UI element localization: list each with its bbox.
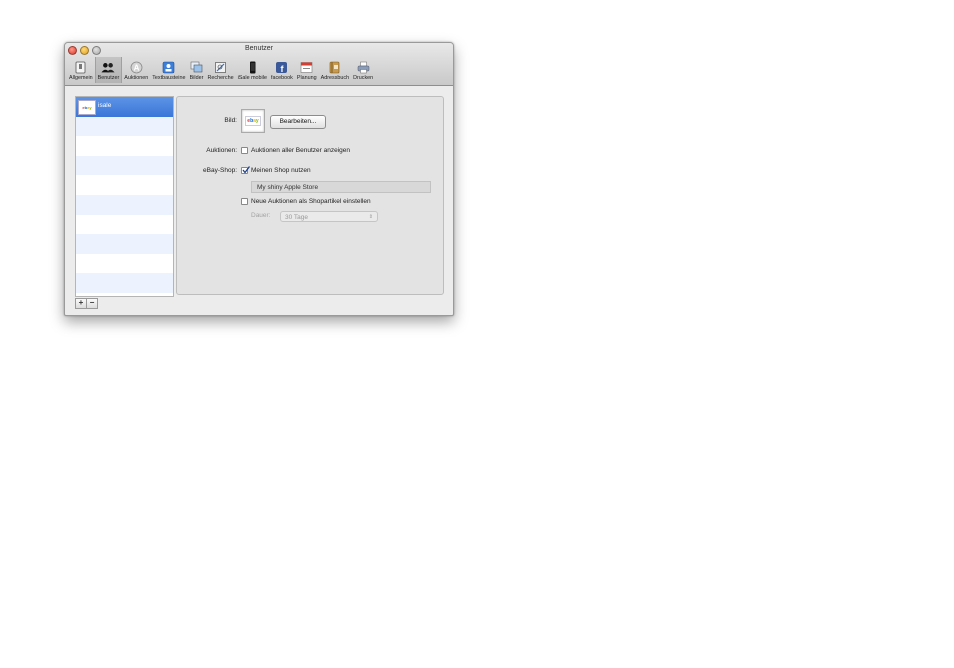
empty-row: [76, 254, 173, 274]
empty-row: [76, 273, 173, 293]
tab-facebook[interactable]: f facebook: [269, 57, 295, 83]
user-list[interactable]: ebay isale: [75, 96, 174, 297]
user-name: isale: [98, 102, 112, 109]
tab-planung[interactable]: Planung: [295, 57, 319, 83]
tab-allgemein[interactable]: Allgemein: [67, 57, 95, 83]
empty-row: [76, 136, 173, 156]
tab-bilder[interactable]: Bilder: [188, 57, 206, 83]
tab-planung-label: Planung: [296, 75, 317, 81]
calendar-icon: [300, 60, 314, 74]
svg-text:A: A: [133, 63, 139, 72]
duration-value: 30 Tage: [285, 214, 309, 221]
empty-row: [76, 234, 173, 254]
add-remove-buttons: + −: [75, 298, 98, 309]
tab-adressbuch-label: Adressbuch: [320, 75, 350, 81]
empty-row: [76, 175, 173, 195]
tab-facebook-label: facebook: [270, 75, 293, 81]
use-shop-checkbox[interactable]: [241, 166, 250, 174]
edit-image-button[interactable]: Bearbeiten...: [270, 115, 326, 129]
tab-drucken[interactable]: Drucken: [351, 57, 375, 83]
tab-textbausteine-label: Textbausteine: [152, 75, 186, 81]
duration-label: Dauer:: [251, 212, 271, 219]
tab-allgemein-label: Allgemein: [69, 75, 93, 81]
shop-items-text: Neue Auktionen als Shopartikel einstelle…: [251, 198, 371, 205]
ebay-logo-icon: ebay: [78, 100, 96, 115]
updown-arrows-icon: ⇕: [368, 214, 373, 220]
tab-recherche-label: Recherche: [207, 75, 234, 81]
general-switch-icon: [74, 60, 88, 74]
tab-isale-mobile-label: iSale mobile: [237, 75, 267, 81]
images-icon: [190, 60, 204, 74]
add-user-button[interactable]: +: [75, 298, 87, 309]
empty-row: [76, 155, 173, 176]
preferences-toolbar: Allgemein Benutzer A Auktionen Textbaust…: [65, 57, 453, 84]
printer-icon: [356, 60, 370, 74]
tab-benutzer-label: Benutzer: [97, 75, 120, 81]
window-title: Benutzer: [244, 45, 274, 52]
empty-row: [76, 215, 173, 235]
tab-auktionen[interactable]: A Auktionen: [122, 57, 150, 83]
show-all-auctions-text: Auktionen aller Benutzer anzeigen: [251, 147, 351, 154]
ebay-logo-icon: ebay: [245, 116, 261, 126]
user-settings-panel: Bild: ebay Bearbeiten... Auktionen: Aukt…: [176, 96, 444, 295]
research-icon: [214, 60, 228, 74]
address-book-icon: [328, 60, 342, 74]
tab-drucken-label: Drucken: [353, 75, 374, 81]
show-all-auctions-checkbox[interactable]: [241, 147, 248, 154]
tab-textbausteine[interactable]: Textbausteine: [150, 57, 187, 83]
users-icon: [101, 60, 116, 74]
shop-items-checkbox[interactable]: [241, 198, 248, 205]
image-label: Bild:: [224, 117, 237, 124]
auctions-label: Auktionen:: [206, 147, 237, 154]
user-image-well[interactable]: ebay: [241, 109, 265, 133]
empty-row: [76, 194, 173, 215]
shop-name-field[interactable]: My shiny Apple Store: [251, 181, 431, 193]
tab-auktionen-label: Auktionen: [124, 75, 149, 81]
remove-user-button[interactable]: −: [87, 298, 98, 309]
text-blocks-icon: [162, 60, 176, 74]
tab-benutzer[interactable]: Benutzer: [94, 57, 123, 83]
tab-recherche[interactable]: Recherche: [206, 57, 236, 83]
checkmark-icon: [242, 166, 250, 174]
title-bar: Benutzer Allgemein Benutzer A Auktionen: [65, 43, 453, 86]
tab-adressbuch[interactable]: Adressbuch: [319, 57, 351, 83]
tab-bilder-label: Bilder: [189, 75, 204, 81]
empty-row: [76, 116, 173, 137]
shop-label: eBay-Shop:: [203, 167, 237, 174]
auction-a-icon: A: [129, 60, 143, 74]
facebook-icon: f: [275, 60, 289, 74]
preferences-window: Benutzer Allgemein Benutzer A Auktionen: [64, 42, 454, 316]
use-shop-text: Meinen Shop nutzen: [251, 167, 311, 174]
duration-select[interactable]: 30 Tage ⇕: [280, 211, 378, 222]
tab-isale-mobile[interactable]: iSale mobile: [236, 57, 269, 83]
phone-icon: [245, 60, 259, 74]
user-row[interactable]: ebay isale: [76, 97, 173, 117]
